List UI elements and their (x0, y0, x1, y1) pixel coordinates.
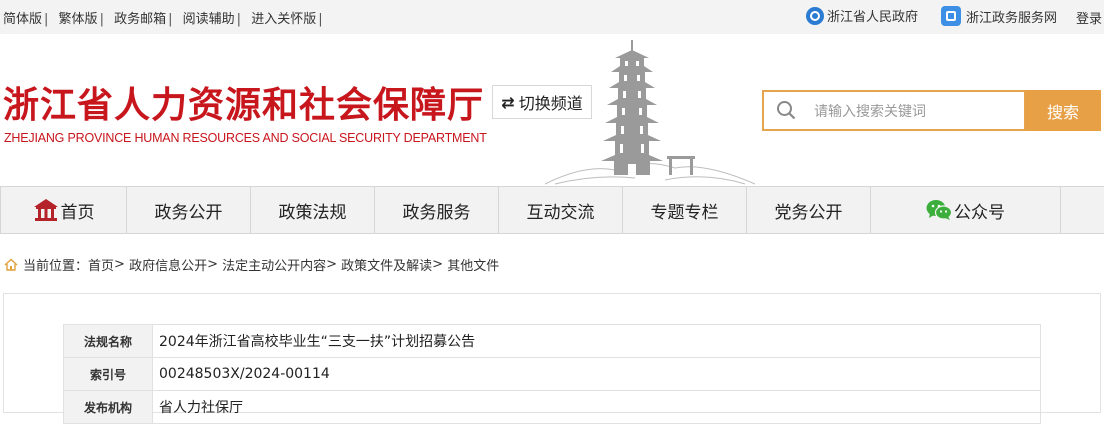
zj-service-label: 浙江政务服务网 (966, 10, 1058, 26)
breadcrumb-other-docs[interactable]: 其他文件 (447, 255, 499, 274)
breadcrumb-statutory[interactable]: 法定主动公开内容 (222, 255, 326, 274)
link-traditional[interactable]: 繁体版 (59, 12, 98, 27)
table-row: 发布机构 省人力社保厅 (63, 390, 1041, 424)
meta-key: 索引号 (63, 357, 153, 391)
nav-party-affairs[interactable]: 党务公开 (747, 187, 871, 233)
nav-interaction[interactable]: 互动交流 (499, 187, 623, 233)
breadcrumb: 当前位置： 首页 > 政府信息公开 > 法定主动公开内容 > 政策文件及解读 > 其他文… (4, 255, 499, 274)
nav-wechat[interactable]: 公众号 (871, 187, 1061, 233)
link-zj-service[interactable]: 浙江政务服务网 (941, 6, 1057, 26)
globe-icon (806, 6, 824, 25)
meta-key: 法规名称 (63, 324, 153, 358)
nav-gov-affairs[interactable]: 政务公开 (127, 187, 251, 233)
table-row: 法规名称 2024年浙江省高校毕业生“三支一扶”计划招募公告 (63, 324, 1041, 358)
meta-key: 发布机构 (63, 390, 153, 424)
nav-policy[interactable]: 政策法规 (251, 187, 375, 233)
link-simplified[interactable]: 简体版 (3, 12, 42, 27)
site-title-cn[interactable]: 浙江省人力资源和社会保障厅 (3, 76, 484, 128)
search-button[interactable]: 搜索 (1025, 90, 1101, 131)
nav-topics[interactable]: 专题专栏 (623, 187, 747, 233)
service-icon (941, 6, 961, 26)
breadcrumb-gov-info[interactable]: 政府信息公开 (129, 255, 207, 274)
nav-home-label: 首页 (60, 202, 95, 223)
table-row: 索引号 00248503X/2024-00114 (63, 357, 1041, 391)
breadcrumb-home[interactable]: 首页 (88, 255, 114, 274)
main-nav: 首页 政务公开 政策法规 政务服务 互动交流 专题专栏 党务公开 公众号 (0, 186, 1104, 234)
meta-value: 省人力社保厅 (152, 390, 1041, 424)
nav-home[interactable]: 首页 (0, 187, 127, 233)
home-icon (4, 258, 18, 271)
top-links: 简体版 | 繁体版 | 政务邮箱 | 阅读辅助 | 进入关怀版 | (3, 12, 323, 27)
meta-value: 2024年浙江省高校毕业生“三支一扶”计划招募公告 (152, 324, 1041, 358)
link-zj-gov[interactable]: 浙江省人民政府 (806, 6, 918, 25)
top-bar: 简体版 | 繁体版 | 政务邮箱 | 阅读辅助 | 进入关怀版 | 浙江省人民政府 浙江政… (0, 0, 1104, 34)
link-care-mode[interactable]: 进入关怀版 (251, 12, 316, 27)
login-link[interactable]: 登录 (1076, 8, 1102, 27)
nav-services[interactable]: 政务服务 (375, 187, 499, 233)
search-icon (777, 101, 796, 120)
breadcrumb-label: 当前位置： (23, 259, 89, 274)
meta-value: 00248503X/2024-00114 (152, 357, 1041, 391)
site-header: 浙江省人力资源和社会保障厅 ZHEJIANG PROVINCE HUMAN RE… (0, 34, 1104, 186)
link-gov-mail[interactable]: 政务邮箱 (114, 12, 166, 27)
zj-gov-label: 浙江省人民政府 (827, 10, 919, 25)
nav-wechat-label: 公众号 (954, 202, 1005, 223)
link-reading-aid[interactable]: 阅读辅助 (183, 12, 235, 27)
shuffle-icon: ⇄ (501, 92, 515, 112)
search-input[interactable] (814, 92, 1019, 129)
home-icon (33, 199, 58, 221)
breadcrumb-policy-docs[interactable]: 政策文件及解读 (341, 255, 432, 274)
document-meta-table: 法规名称 2024年浙江省高校毕业生“三支一扶”计划招募公告 索引号 00248… (63, 324, 1041, 424)
wechat-icon (926, 200, 952, 220)
site-title-en: ZHEJIANG PROVINCE HUMAN RESOURCES AND SO… (4, 131, 487, 145)
pagoda-illustration (545, 40, 755, 185)
search-box (762, 90, 1026, 131)
